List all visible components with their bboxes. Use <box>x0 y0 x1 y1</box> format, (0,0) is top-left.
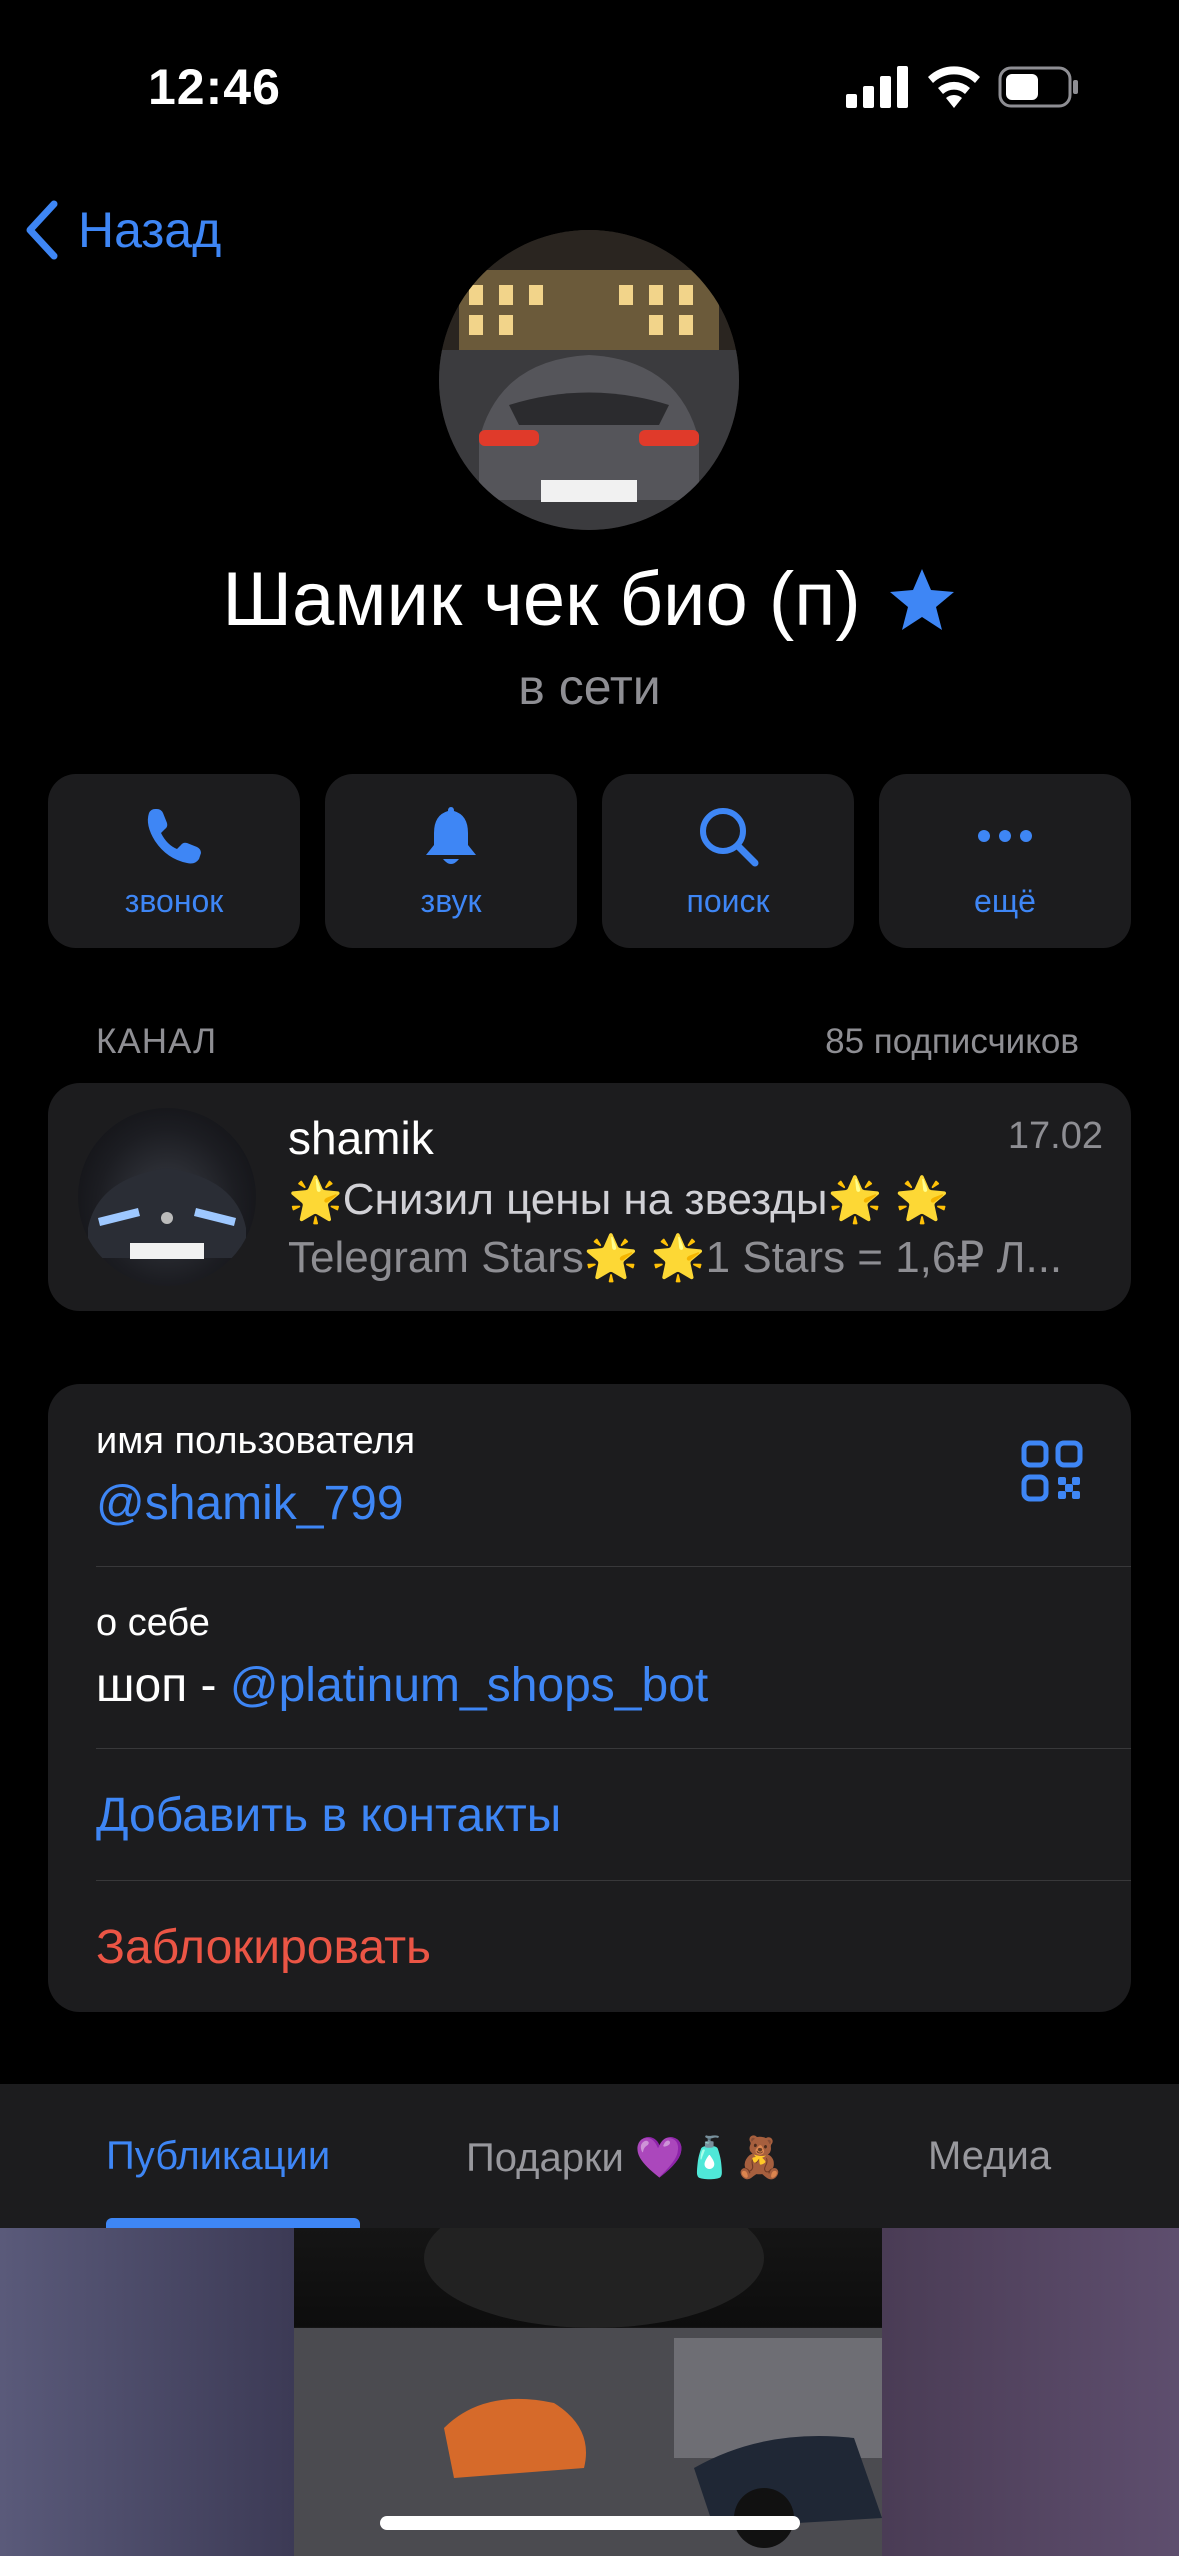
premium-star-icon[interactable] <box>887 565 957 635</box>
channel-card[interactable]: shamik 17.02 🌟Снизил цены на звезды🌟 🌟 T… <box>48 1083 1131 1311</box>
profile-tabs: Публикации Подарки 💜🧴🧸 Медиа <box>0 2084 1179 2228</box>
back-button[interactable]: Назад <box>20 198 221 262</box>
sound-button[interactable]: звук <box>325 774 577 948</box>
block-button[interactable]: Заблокировать <box>96 1920 431 1975</box>
tab-media[interactable]: Медиа <box>928 2134 1051 2179</box>
username-link[interactable]: @shamik_799 <box>96 1476 404 1531</box>
profile-status: в сети <box>518 659 661 715</box>
search-button[interactable]: поиск <box>602 774 854 948</box>
cellular-signal-icon <box>846 66 908 108</box>
qr-code-icon[interactable] <box>1021 1440 1083 1502</box>
divider <box>96 1748 1131 1749</box>
tab-posts[interactable]: Публикации <box>106 2134 330 2179</box>
media-preview[interactable] <box>0 2228 1179 2556</box>
username-label: имя пользователя <box>96 1420 416 1462</box>
add-contact-button[interactable]: Добавить в контакты <box>96 1788 561 1843</box>
active-tab-indicator <box>106 2218 360 2228</box>
back-label: Назад <box>78 202 222 258</box>
channel-avatar <box>78 1108 256 1286</box>
about-text: шоп - @platinum_shops_bot <box>96 1658 708 1713</box>
battery-icon <box>998 66 1078 108</box>
chevron-left-icon <box>26 200 58 260</box>
status-time: 12:46 <box>148 59 281 115</box>
profile-name: Шамик чек био (п) <box>222 557 861 642</box>
media-photo <box>294 2228 882 2556</box>
about-bot-link[interactable]: @platinum_shops_bot <box>230 1659 708 1712</box>
more-button[interactable]: ещё <box>879 774 1131 948</box>
channel-car-photo <box>88 1168 246 1259</box>
home-indicator <box>380 2516 800 2530</box>
channel-post-date: 17.02 <box>1007 1115 1103 1157</box>
channel-preview-line-1: 🌟Снизил цены на звезды🌟 🌟 <box>288 1175 950 1224</box>
sound-label: звук <box>420 882 482 919</box>
divider <box>96 1880 1131 1881</box>
action-bar: звонок звук поиск ещё <box>48 774 1131 948</box>
about-prefix: шоп - <box>96 1659 230 1712</box>
call-label: звонок <box>124 882 224 919</box>
bell-icon <box>426 806 476 864</box>
profile-avatar[interactable] <box>439 230 739 530</box>
search-label: поиск <box>686 882 770 919</box>
call-button[interactable]: звонок <box>48 774 300 948</box>
about-label: о себе <box>96 1602 210 1644</box>
channel-subscribers: 85 подписчиков <box>825 1022 1079 1061</box>
media-thumbnail[interactable] <box>294 2228 882 2556</box>
car-photo <box>439 230 739 530</box>
info-card: имя пользователя @shamik_799 о себе шоп … <box>48 1384 1131 2012</box>
more-icon <box>978 829 1032 842</box>
search-icon <box>700 807 759 866</box>
channel-section-label: КАНАЛ <box>96 1022 218 1061</box>
more-label: ещё <box>974 882 1036 919</box>
channel-name: shamik <box>288 1112 434 1164</box>
channel-preview-line-2: Telegram Stars🌟 🌟1 Stars = 1,6₽ Л... <box>288 1233 1063 1282</box>
divider <box>96 1566 1131 1567</box>
profile-name-row: Шамик чек био (п) <box>0 556 1179 643</box>
wifi-icon <box>928 66 980 108</box>
tab-gifts[interactable]: Подарки 💜🧴🧸 <box>466 2134 784 2181</box>
phone-icon <box>147 808 201 863</box>
